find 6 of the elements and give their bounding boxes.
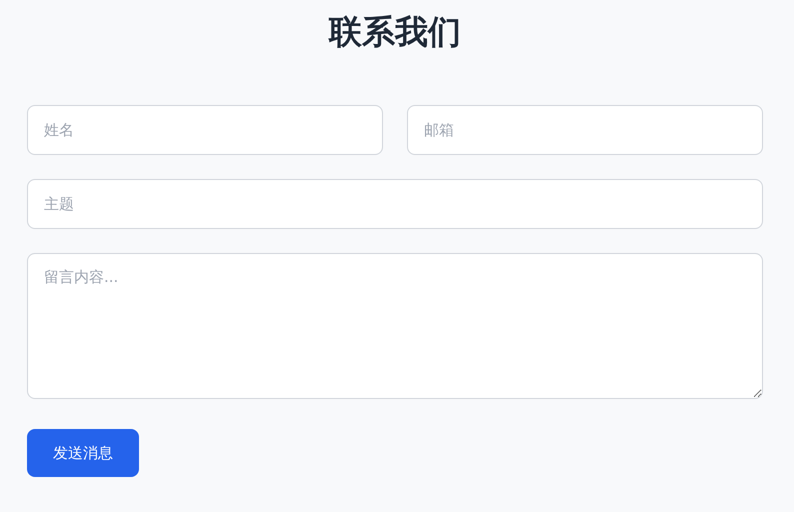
message-field[interactable]: 留言内容...	[27, 253, 763, 399]
input-field[interactable]: 邮箱	[407, 105, 763, 155]
input-field[interactable]: 主题	[27, 179, 763, 229]
send-button[interactable]: 发送消息	[27, 429, 139, 477]
page-title: 联系我们	[327, 11, 462, 53]
input-field[interactable]: 姓名	[27, 105, 383, 155]
